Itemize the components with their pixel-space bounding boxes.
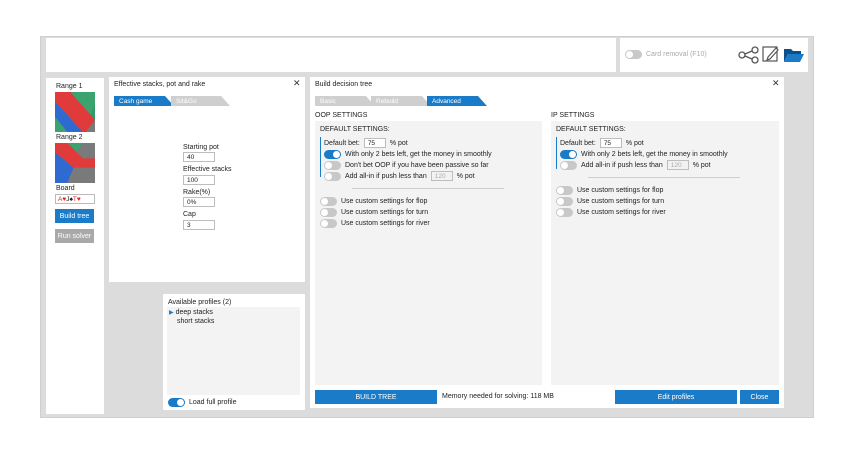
rake-input[interactable]: 0% [183, 197, 215, 207]
oop-default-bet-label: Default bet: [324, 139, 360, 147]
board-card: A♥ [58, 195, 67, 203]
ip-turn-row[interactable]: Use custom settings for turn [556, 197, 664, 206]
cap-input[interactable]: 3 [183, 220, 215, 230]
ip-allin-suffix: % pot [692, 161, 711, 169]
ip-default-bet-label: Default bet: [560, 139, 596, 147]
starting-pot-input[interactable]: 40 [183, 152, 215, 162]
range2-label: Range 2 [56, 134, 83, 141]
ip-default-bet-input[interactable]: 75 [599, 138, 622, 148]
profile-item-short-stacks[interactable]: short stacks [177, 318, 214, 325]
oop-title: OOP SETTINGS [315, 112, 368, 119]
oop-allin-input[interactable]: 120 [430, 171, 453, 181]
board-card: T♥ [72, 195, 81, 203]
cap-label: Cap [183, 211, 196, 218]
oop-flop-row[interactable]: Use custom settings for flop [320, 197, 427, 206]
stacks-panel-close-icon[interactable]: ✕ [293, 78, 301, 89]
ip-title: IP SETTINGS [551, 112, 595, 119]
ip-allin-label: Add all-in if push less than [581, 161, 663, 169]
edit-icon[interactable] [762, 45, 780, 63]
ip-allin-row[interactable]: Add all-in if push less than 120 % pot [560, 160, 711, 170]
tab-basic[interactable]: Basic [315, 96, 375, 106]
tab-rebuild[interactable]: Rebuild [371, 96, 431, 106]
starting-pot-label: Starting pot [183, 144, 219, 151]
ip-turn-toggle[interactable] [556, 197, 573, 206]
tree-share-icon[interactable] [738, 46, 760, 64]
range1-label: Range 1 [56, 83, 83, 90]
profile-item-deep-stacks[interactable]: ▶ deep stacks [169, 309, 213, 316]
oop-allin-row[interactable]: Add all-in if push less than 120 % pot [324, 171, 475, 181]
oop-dont-bet-label: Don't bet OOP if you have been passive s… [345, 162, 489, 169]
oop-flop-label: Use custom settings for flop [341, 198, 428, 205]
tab-advanced[interactable]: Advanced [427, 96, 487, 106]
build-tree-side-button[interactable]: Build tree [55, 209, 94, 223]
edit-profiles-button[interactable]: Edit profiles [615, 390, 737, 404]
oop-two-bets-row[interactable]: With only 2 bets left, get the money in … [324, 150, 492, 159]
ip-flop-toggle[interactable] [556, 186, 573, 195]
rake-label: Rake(%) [183, 189, 211, 196]
tree-panel-title: Build decision tree [315, 81, 373, 88]
oop-dont-bet-toggle[interactable] [324, 161, 341, 170]
ip-allin-toggle[interactable] [560, 160, 577, 170]
ip-two-bets-toggle[interactable] [560, 150, 577, 159]
ip-default-bet-row: Default bet: 75 % pot [560, 138, 644, 148]
oop-river-label: Use custom settings for river [341, 220, 430, 227]
oop-two-bets-label: With only 2 bets left, get the money in … [345, 151, 492, 158]
oop-turn-row[interactable]: Use custom settings for turn [320, 208, 428, 217]
selected-arrow-icon: ▶ [169, 310, 174, 316]
oop-allin-label: Add all-in if push less than [345, 172, 427, 180]
oop-two-bets-toggle[interactable] [324, 150, 341, 159]
load-full-profile-toggle[interactable] [168, 398, 185, 407]
oop-dont-bet-row[interactable]: Don't bet OOP if you have been passive s… [324, 161, 489, 170]
effective-stacks-input[interactable]: 100 [183, 175, 215, 185]
load-full-profile-row[interactable]: Load full profile [168, 398, 236, 407]
oop-default-indicator [320, 137, 321, 177]
ip-river-toggle[interactable] [556, 208, 573, 217]
oop-river-row[interactable]: Use custom settings for river [320, 219, 430, 228]
ip-flop-row[interactable]: Use custom settings for flop [556, 186, 663, 195]
top-bar [46, 38, 616, 72]
card-removal-label: Card removal (F10) [646, 51, 707, 58]
effective-stacks-label: Effective stacks [183, 166, 232, 173]
card-removal-toggle-row[interactable]: Card removal (F10) [625, 50, 707, 59]
ip-two-bets-row[interactable]: With only 2 bets left, get the money in … [560, 150, 728, 159]
ip-default-indicator [556, 137, 557, 169]
oop-allin-suffix: % pot [456, 172, 475, 180]
ip-flop-label: Use custom settings for flop [577, 187, 664, 194]
oop-allin-toggle[interactable] [324, 171, 341, 181]
oop-turn-label: Use custom settings for turn [341, 209, 429, 216]
ip-default-settings: DEFAULT SETTINGS: [556, 126, 626, 133]
tab-cash-game[interactable]: Cash game [114, 96, 174, 106]
ip-turn-label: Use custom settings for turn [577, 198, 665, 205]
oop-turn-toggle[interactable] [320, 208, 337, 217]
ip-river-label: Use custom settings for river [577, 209, 666, 216]
range2-grid[interactable] [55, 143, 95, 183]
run-solver-button[interactable]: Run solver [55, 229, 94, 243]
oop-default-settings: DEFAULT SETTINGS: [320, 126, 390, 133]
ip-river-row[interactable]: Use custom settings for river [556, 208, 666, 217]
profiles-title: Available profiles (2) [168, 299, 232, 306]
ip-allin-input[interactable]: 120 [666, 160, 689, 170]
load-full-profile-label: Load full profile [189, 399, 237, 406]
board-cards[interactable]: A♥ J♠ T♥ [55, 194, 95, 204]
tree-panel-close-icon[interactable]: ✕ [772, 78, 780, 89]
oop-pot-suffix: % pot [389, 139, 408, 147]
tab-sit-and-go[interactable]: Sit&Go [171, 96, 230, 106]
oop-river-toggle[interactable] [320, 219, 337, 228]
close-button[interactable]: Close [740, 390, 779, 404]
oop-default-bet-row: Default bet: 75 % pot [324, 138, 408, 148]
ip-divider [588, 177, 740, 178]
board-card: J♠ [66, 195, 73, 203]
board-label: Board [56, 185, 75, 192]
ip-two-bets-label: With only 2 bets left, get the money in … [581, 151, 728, 158]
build-tree-button[interactable]: BUILD TREE [315, 390, 437, 404]
ip-pot-suffix: % pot [625, 139, 644, 147]
oop-default-bet-input[interactable]: 75 [363, 138, 386, 148]
stacks-panel-title: Effective stacks, pot and rake [114, 81, 206, 88]
card-removal-toggle[interactable] [625, 50, 642, 59]
folder-open-icon[interactable] [783, 46, 805, 63]
oop-flop-toggle[interactable] [320, 197, 337, 206]
oop-divider [352, 188, 504, 189]
memory-text: Memory needed for solving: 118 MB [442, 393, 554, 400]
range1-grid[interactable] [55, 92, 95, 132]
